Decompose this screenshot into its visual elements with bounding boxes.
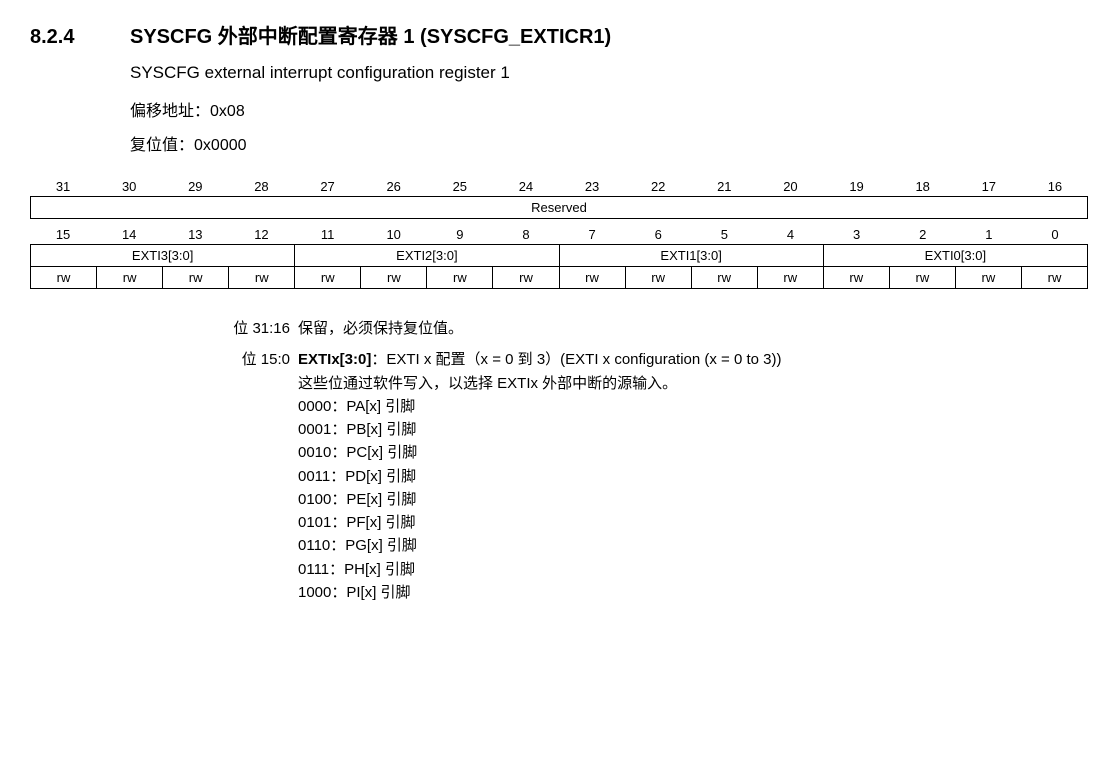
access-cell: rw (560, 267, 626, 288)
encoding-line: 0111：PH[x] 引脚 (298, 558, 1088, 581)
bit-number: 10 (361, 225, 427, 244)
encoding-line: 0100：PE[x] 引脚 (298, 488, 1088, 511)
access-cell: rw (626, 267, 692, 288)
field-cell: EXTI0[3:0] (824, 245, 1087, 266)
encoding-line: 0011：PD[x] 引脚 (298, 465, 1088, 488)
access-cell: rw (163, 267, 229, 288)
bit-number: 31 (30, 177, 96, 196)
bit-number: 18 (890, 177, 956, 196)
reserved-cell: Reserved (31, 197, 1087, 218)
access-cell: rw (229, 267, 295, 288)
bit-range-label: 位 15:0 (220, 348, 298, 604)
access-cell: rw (890, 267, 956, 288)
bit-number: 5 (691, 225, 757, 244)
bit-number: 2 (890, 225, 956, 244)
bit-number: 1 (956, 225, 1022, 244)
field-cell: EXTI1[3:0] (560, 245, 824, 266)
bit-number: 20 (757, 177, 823, 196)
bit-number: 26 (361, 177, 427, 196)
bit-number: 13 (162, 225, 228, 244)
access-cell: rw (1022, 267, 1087, 288)
bit-number: 28 (228, 177, 294, 196)
bit-number: 29 (162, 177, 228, 196)
bit-number: 6 (625, 225, 691, 244)
bit-number: 12 (228, 225, 294, 244)
field-name: EXTIx[3:0] (298, 351, 371, 368)
section-subtitle: SYSCFG external interrupt configuration … (130, 63, 1088, 83)
bit-number: 15 (30, 225, 96, 244)
encoding-line: 0010：PC[x] 引脚 (298, 441, 1088, 464)
access-cell: rw (824, 267, 890, 288)
encoding-line: 1000：PI[x] 引脚 (298, 581, 1088, 604)
bit-number: 27 (295, 177, 361, 196)
access-cell: rw (493, 267, 559, 288)
bit-number: 14 (96, 225, 162, 244)
bit-number: 0 (1022, 225, 1088, 244)
access-cell: rw (361, 267, 427, 288)
bit-number: 17 (956, 177, 1022, 196)
bit-number: 25 (427, 177, 493, 196)
reset-label: 复位值： (130, 137, 194, 154)
field-subdesc: 这些位通过软件写入，以选择 EXTIx 外部中断的源输入。 (298, 372, 1088, 395)
bit-number: 21 (691, 177, 757, 196)
field-desc: EXTI x 配置（x = 0 到 3）(EXTI x configuratio… (386, 351, 781, 368)
access-cell: rw (956, 267, 1022, 288)
bit-number: 3 (824, 225, 890, 244)
bit-number: 23 (559, 177, 625, 196)
bit-number: 9 (427, 225, 493, 244)
bit-number: 16 (1022, 177, 1088, 196)
bit-number: 8 (493, 225, 559, 244)
bit-number: 7 (559, 225, 625, 244)
offset-label: 偏移地址： (130, 103, 210, 120)
offset-value: 0x08 (210, 103, 245, 120)
bit-number: 19 (824, 177, 890, 196)
bit-range-label: 位 31:16 (220, 317, 298, 340)
section-number: 8.2.4 (30, 26, 130, 49)
bit-range-text: 保留，必须保持复位值。 (298, 317, 1088, 340)
field-cell: EXTI2[3:0] (295, 245, 559, 266)
encoding-line: 0101：PF[x] 引脚 (298, 511, 1088, 534)
encoding-line: 0110：PG[x] 引脚 (298, 534, 1088, 557)
access-cell: rw (758, 267, 824, 288)
bit-number: 24 (493, 177, 559, 196)
access-cell: rw (97, 267, 163, 288)
bit-number: 11 (295, 225, 361, 244)
encoding-line: 0000：PA[x] 引脚 (298, 395, 1088, 418)
field-cell: EXTI3[3:0] (31, 245, 295, 266)
access-cell: rw (427, 267, 493, 288)
bit-number: 4 (757, 225, 823, 244)
bit-number: 22 (625, 177, 691, 196)
section-title: SYSCFG 外部中断配置寄存器 1 (SYSCFG_EXTICR1) (130, 20, 611, 49)
access-cell: rw (692, 267, 758, 288)
access-cell: rw (31, 267, 97, 288)
colon: ： (371, 351, 386, 368)
access-cell: rw (295, 267, 361, 288)
encoding-line: 0001：PB[x] 引脚 (298, 418, 1088, 441)
reset-value: 0x0000 (194, 137, 247, 154)
bit-number: 30 (96, 177, 162, 196)
register-bit-table: 31 30 29 28 27 26 25 24 23 22 21 20 19 1… (30, 177, 1088, 289)
